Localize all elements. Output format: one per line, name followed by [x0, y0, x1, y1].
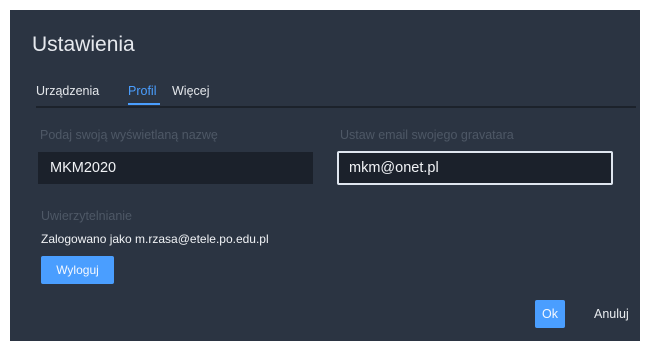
settings-tabs: Urządzenia Profil Więcej: [36, 84, 636, 108]
gravatar-email-input[interactable]: [337, 151, 613, 185]
logged-in-status: Zalogowano jako m.rzasa@etele.po.edu.pl: [41, 232, 269, 246]
active-tab-indicator: [128, 103, 160, 105]
cancel-button[interactable]: Anuluj: [588, 300, 632, 328]
display-name-input[interactable]: [38, 152, 313, 184]
auth-section-label: Uwierzytelnianie: [41, 209, 133, 223]
dialog-title: Ustawienia: [32, 33, 135, 56]
tab-devices[interactable]: Urządzenia: [36, 84, 99, 98]
gravatar-label: Ustaw email swojego gravatara: [340, 128, 514, 142]
tab-more[interactable]: Więcej: [172, 84, 210, 98]
tab-profile[interactable]: Profil: [128, 84, 156, 98]
display-name-label: Podaj swoją wyświetlaną nazwę: [40, 128, 218, 142]
logout-button[interactable]: Wyloguj: [41, 256, 114, 284]
ok-button[interactable]: Ok: [535, 300, 565, 328]
settings-dialog: Ustawienia Urządzenia Profil Więcej Poda…: [10, 10, 640, 341]
